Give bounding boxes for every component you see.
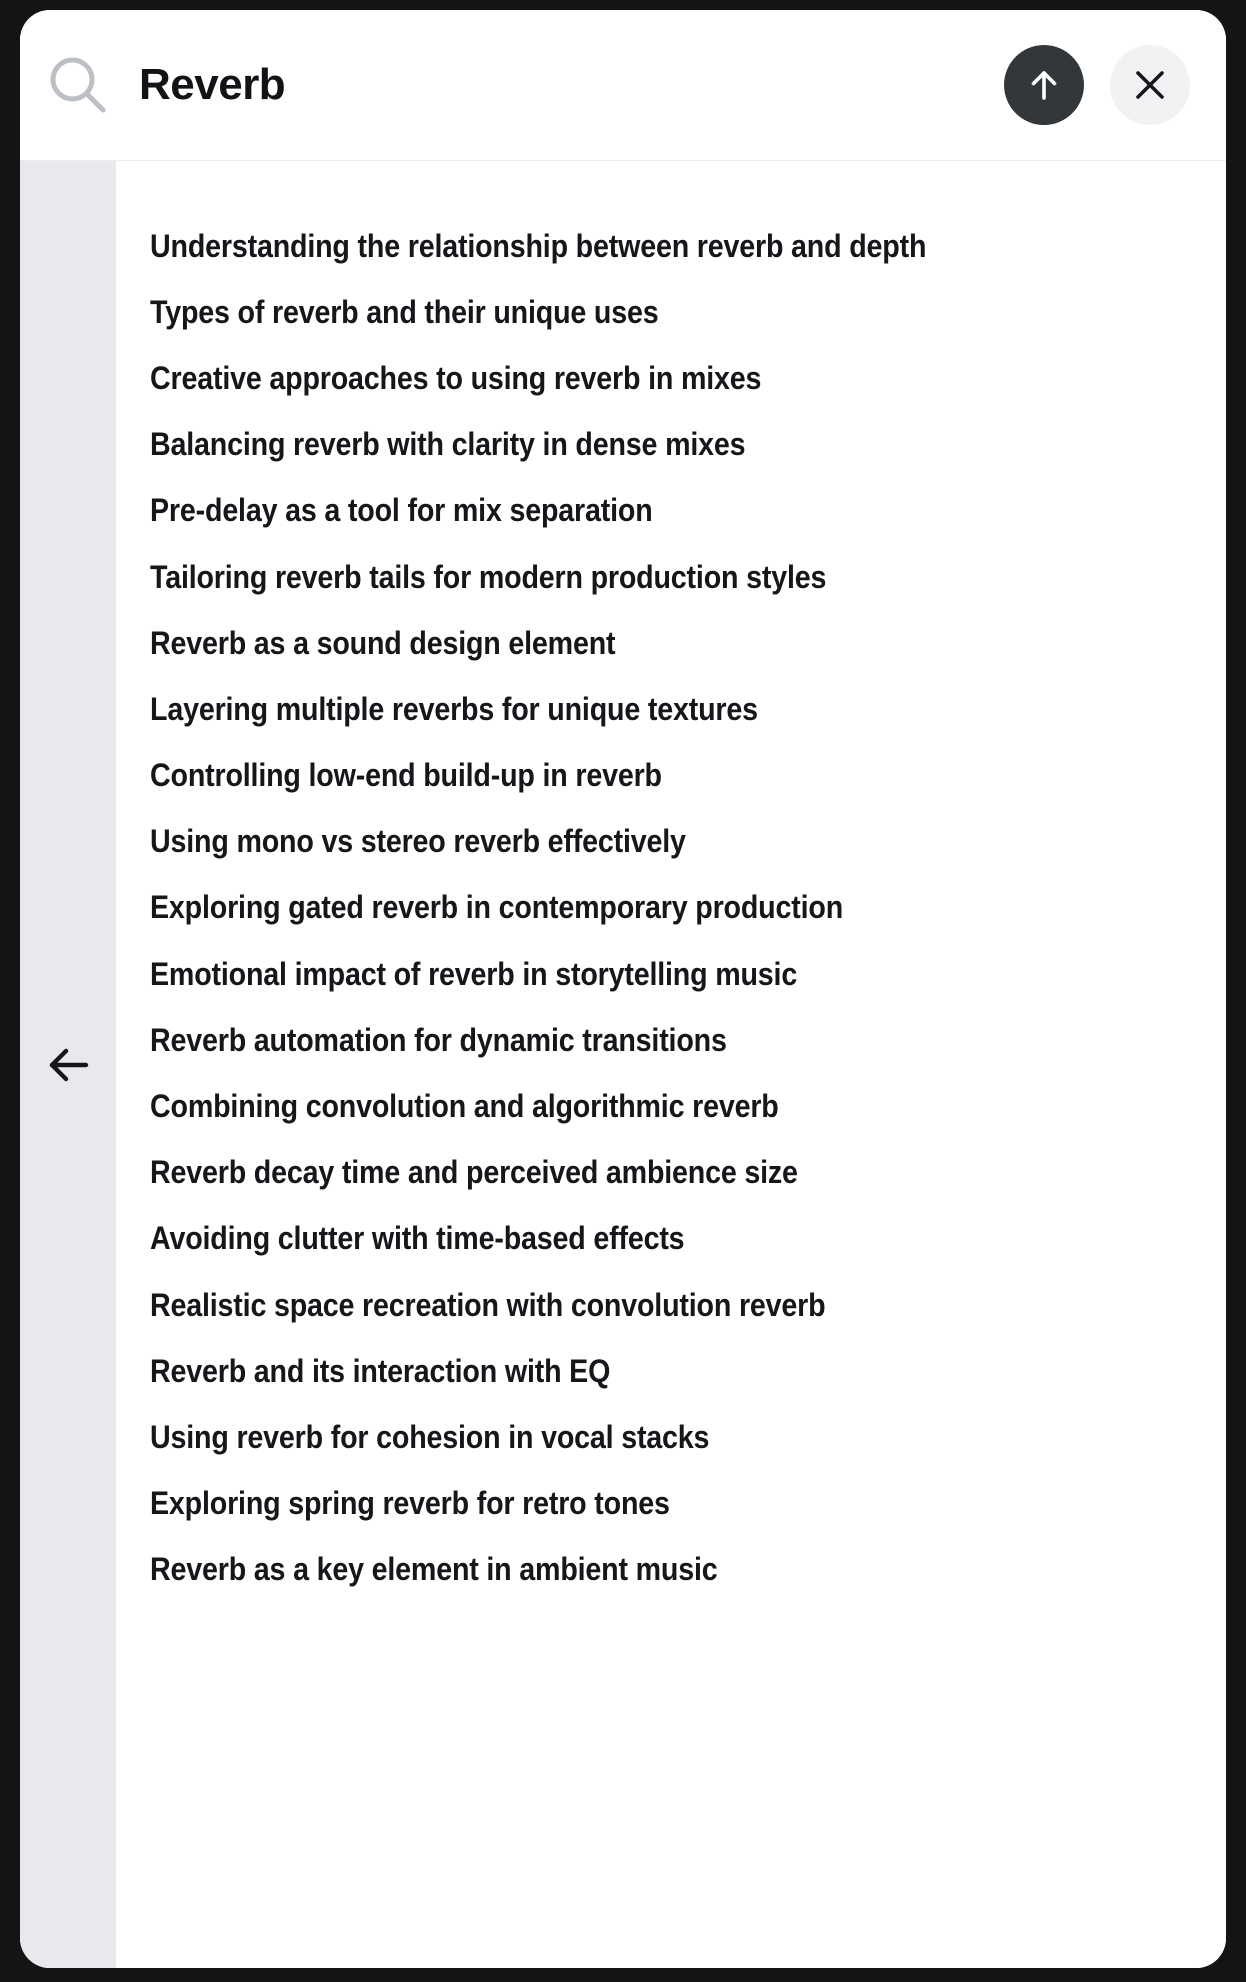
suggestion-item[interactable]: Reverb as a key element in ambient music bbox=[116, 1537, 1226, 1603]
suggestion-item-label: Reverb as a key element in ambient music bbox=[150, 1551, 718, 1588]
suggestion-item[interactable]: Controlling low-end build-up in reverb bbox=[116, 743, 1226, 809]
suggestion-item[interactable]: Tailoring reverb tails for modern produc… bbox=[116, 544, 1226, 610]
suggestion-item[interactable]: Balancing reverb with clarity in dense m… bbox=[116, 412, 1226, 478]
suggestion-item[interactable]: Combining convolution and algorithmic re… bbox=[116, 1073, 1226, 1139]
suggestion-item-label: Types of reverb and their unique uses bbox=[150, 293, 659, 330]
suggestion-item[interactable]: Types of reverb and their unique uses bbox=[116, 279, 1226, 345]
suggestion-item[interactable]: Reverb automation for dynamic transition… bbox=[116, 1007, 1226, 1073]
suggestion-item-label: Layering multiple reverbs for unique tex… bbox=[150, 690, 758, 727]
suggestion-item-label: Using reverb for cohesion in vocal stack… bbox=[150, 1418, 710, 1455]
search-overlay-card: Understanding the relationship between r… bbox=[20, 10, 1226, 1968]
search-input[interactable] bbox=[139, 60, 1004, 110]
suggestion-item[interactable]: Using reverb for cohesion in vocal stack… bbox=[116, 1404, 1226, 1470]
suggestion-item[interactable]: Avoiding clutter with time-based effects bbox=[116, 1206, 1226, 1272]
arrow-left-icon bbox=[49, 1048, 89, 1081]
suggestion-item-label: Controlling low-end build-up in reverb bbox=[150, 757, 662, 794]
suggestion-item-label: Reverb decay time and perceived ambience… bbox=[150, 1154, 798, 1191]
suggestion-item[interactable]: Reverb decay time and perceived ambience… bbox=[116, 1140, 1226, 1206]
app-root: Understanding the relationship between r… bbox=[0, 0, 1246, 1982]
suggestion-item-label: Reverb automation for dynamic transition… bbox=[150, 1021, 727, 1058]
search-results-body: Understanding the relationship between r… bbox=[20, 161, 1226, 1968]
search-header bbox=[20, 10, 1226, 161]
suggestion-item[interactable]: Layering multiple reverbs for unique tex… bbox=[116, 676, 1226, 742]
suggestion-item-label: Using mono vs stereo reverb effectively bbox=[150, 823, 686, 860]
suggestion-item-label: Reverb and its interaction with EQ bbox=[150, 1352, 611, 1389]
suggestion-item-label: Balancing reverb with clarity in dense m… bbox=[150, 426, 746, 463]
arrow-up-icon bbox=[1031, 71, 1057, 100]
suggestion-item[interactable]: Reverb as a sound design element bbox=[116, 610, 1226, 676]
suggestion-item-label: Tailoring reverb tails for modern produc… bbox=[150, 558, 827, 595]
suggestion-list: Understanding the relationship between r… bbox=[116, 161, 1226, 1968]
suggestion-item[interactable]: Creative approaches to using reverb in m… bbox=[116, 345, 1226, 411]
suggestion-item-label: Avoiding clutter with time-based effects bbox=[150, 1220, 685, 1257]
search-close-button[interactable] bbox=[1110, 45, 1190, 125]
search-submit-button[interactable] bbox=[1004, 45, 1084, 125]
suggestion-item[interactable]: Understanding the relationship between r… bbox=[116, 213, 1226, 279]
suggestion-item[interactable]: Emotional impact of reverb in storytelli… bbox=[116, 941, 1226, 1007]
left-rail bbox=[20, 161, 116, 1968]
suggestion-item[interactable]: Using mono vs stereo reverb effectively bbox=[116, 809, 1226, 875]
search-icon bbox=[50, 57, 106, 113]
suggestion-item[interactable]: Realistic space recreation with convolut… bbox=[116, 1272, 1226, 1338]
close-x-icon bbox=[1136, 71, 1164, 99]
suggestion-item[interactable]: Exploring spring reverb for retro tones bbox=[116, 1471, 1226, 1537]
suggestion-item-label: Understanding the relationship between r… bbox=[150, 227, 927, 264]
suggestion-item-label: Emotional impact of reverb in storytelli… bbox=[150, 955, 798, 992]
suggestion-item-label: Pre-delay as a tool for mix separation bbox=[150, 492, 653, 529]
suggestion-item[interactable]: Reverb and its interaction with EQ bbox=[116, 1338, 1226, 1404]
suggestion-item[interactable]: Exploring gated reverb in contemporary p… bbox=[116, 875, 1226, 941]
suggestion-item-label: Creative approaches to using reverb in m… bbox=[150, 359, 762, 396]
suggestion-item-label: Realistic space recreation with convolut… bbox=[150, 1286, 826, 1323]
suggestion-item-label: Reverb as a sound design element bbox=[150, 624, 616, 661]
suggestion-item-label: Exploring gated reverb in contemporary p… bbox=[150, 889, 844, 926]
suggestion-item[interactable]: Pre-delay as a tool for mix separation bbox=[116, 478, 1226, 544]
back-button[interactable] bbox=[39, 1036, 97, 1094]
suggestion-item-label: Exploring spring reverb for retro tones bbox=[150, 1485, 670, 1522]
suggestion-item-label: Combining convolution and algorithmic re… bbox=[150, 1088, 779, 1125]
